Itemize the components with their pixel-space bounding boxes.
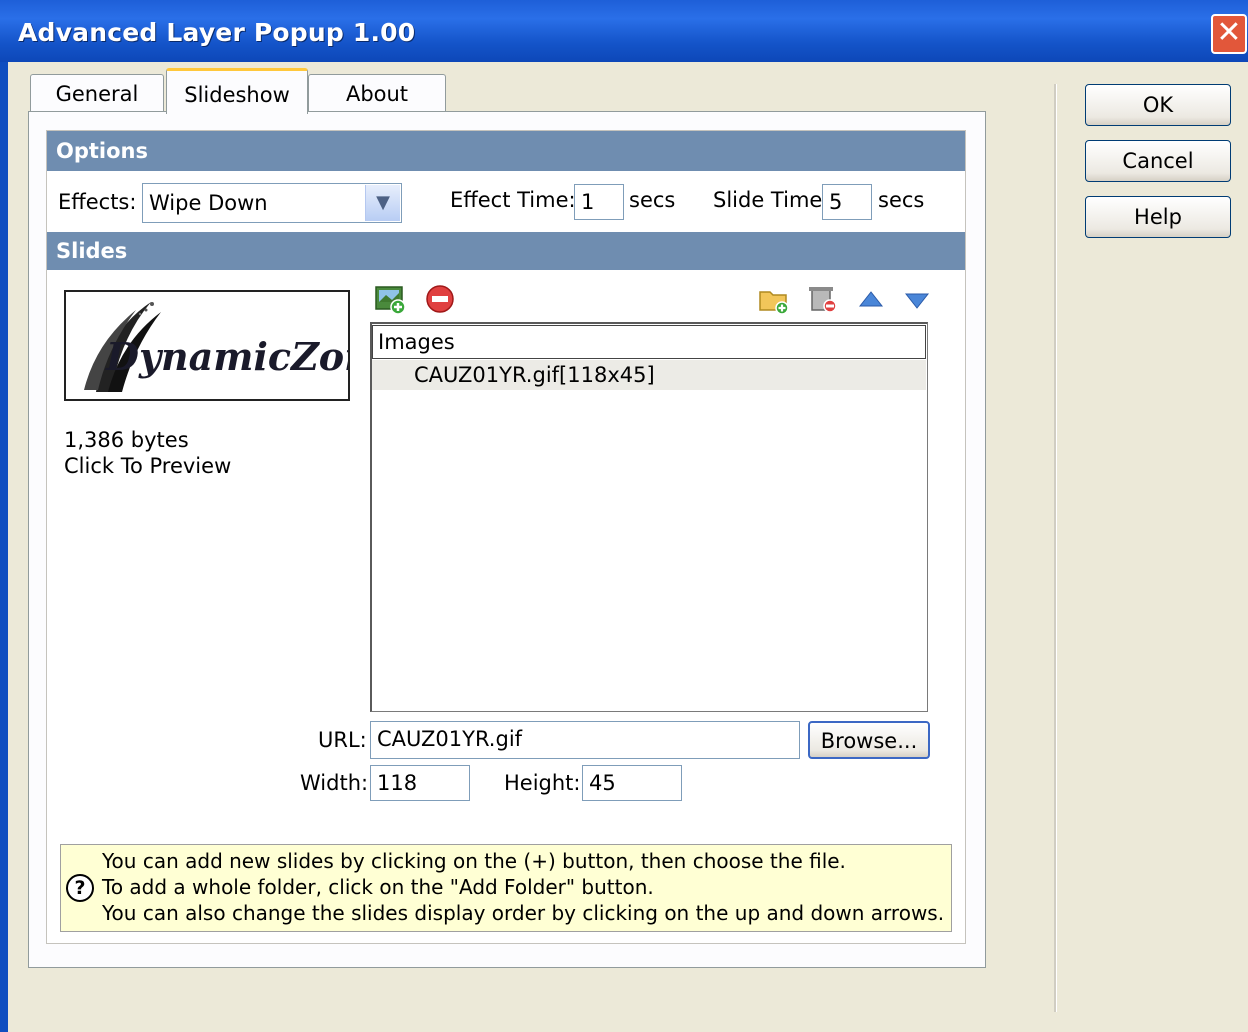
effect-time-unit: secs bbox=[629, 188, 676, 212]
move-down-icon[interactable] bbox=[902, 286, 934, 318]
tab-slideshow[interactable]: Slideshow bbox=[166, 68, 308, 114]
list-item[interactable]: CAUZ01YR.gif[118x45] bbox=[372, 360, 926, 390]
slide-time-input[interactable]: 5 bbox=[822, 184, 872, 220]
hint-line-3: You can also change the slides display o… bbox=[102, 901, 945, 925]
remove-icon[interactable] bbox=[425, 284, 457, 316]
move-up-icon[interactable] bbox=[856, 284, 888, 316]
height-label: Height: bbox=[504, 771, 581, 795]
effect-time-input[interactable]: 1 bbox=[574, 184, 624, 220]
width-label: Width: bbox=[300, 771, 369, 795]
slide-time-unit: secs bbox=[878, 188, 925, 212]
slides-section-header: Slides bbox=[47, 232, 965, 270]
url-label: URL: bbox=[318, 728, 367, 752]
add-image-icon[interactable] bbox=[374, 283, 406, 315]
add-folder-icon[interactable] bbox=[758, 284, 790, 316]
help-button[interactable]: Help bbox=[1085, 196, 1231, 238]
remove-folder-icon[interactable] bbox=[806, 282, 838, 314]
preview-hint: Click To Preview bbox=[64, 454, 232, 478]
list-column-header[interactable]: Images bbox=[372, 325, 926, 359]
tab-about[interactable]: About bbox=[308, 74, 446, 112]
options-section-header: Options bbox=[47, 131, 965, 171]
effects-label: Effects: bbox=[58, 190, 137, 214]
height-input[interactable]: 45 bbox=[582, 765, 682, 801]
browse-button[interactable]: Browse... bbox=[808, 721, 930, 759]
window-title: Advanced Layer Popup 1.00 bbox=[18, 18, 416, 47]
url-input[interactable]: CAUZ01YR.gif bbox=[370, 721, 800, 759]
hint-line-2: To add a whole folder, click on the "Add… bbox=[102, 875, 654, 899]
vertical-separator bbox=[1054, 84, 1057, 1012]
file-size: 1,386 bytes bbox=[64, 428, 189, 452]
help-circle-icon: ? bbox=[66, 874, 94, 902]
effects-select[interactable]: Wipe Down bbox=[142, 183, 402, 223]
width-input[interactable]: 118 bbox=[370, 765, 470, 801]
logo-text: DynamicZones bbox=[105, 334, 348, 379]
cancel-button[interactable]: Cancel bbox=[1085, 140, 1231, 182]
tab-general[interactable]: General bbox=[30, 74, 164, 112]
close-button[interactable]: ✕ bbox=[1211, 14, 1247, 54]
effect-time-label: Effect Time: bbox=[450, 188, 576, 212]
window-frame-left bbox=[0, 62, 8, 1032]
dynamiczones-logo: DynamicZones bbox=[84, 302, 348, 392]
slide-time-label: Slide Time: bbox=[713, 188, 830, 212]
chevron-down-icon[interactable]: ▼ bbox=[365, 185, 400, 221]
hint-line-1: You can add new slides by clicking on th… bbox=[102, 849, 846, 873]
slide-preview[interactable]: DynamicZones bbox=[64, 290, 350, 401]
ok-button[interactable]: OK bbox=[1085, 84, 1231, 126]
